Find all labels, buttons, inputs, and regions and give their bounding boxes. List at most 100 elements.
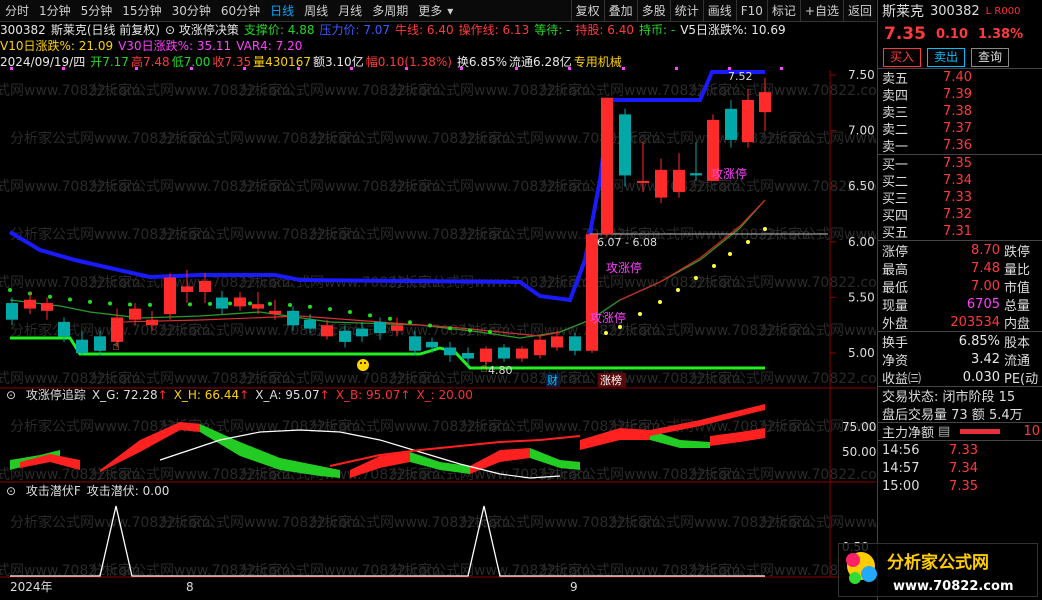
candle bbox=[146, 319, 158, 326]
bar-amplitude: 幅0.10(1.38%) bbox=[365, 55, 452, 69]
finance-tag[interactable]: 财 bbox=[547, 373, 558, 387]
v10-change: V10日涨跌%: 21.09 bbox=[0, 39, 114, 53]
candle bbox=[534, 339, 546, 356]
period-tab[interactable]: 60分钟 bbox=[216, 0, 265, 22]
watermark-text: 分析家公式网www.70822.com bbox=[690, 370, 876, 387]
stock-chart-app: 分析家公式网www.70822.com 分析家公式网www.70822.com 分析… bbox=[0, 0, 1042, 600]
candle bbox=[480, 348, 492, 362]
chevron-down-icon[interactable]: ▾ bbox=[447, 0, 453, 22]
sub1-marker-icon: ⊙ bbox=[6, 388, 20, 402]
candle bbox=[551, 336, 563, 348]
period-tab[interactable]: 日线 bbox=[265, 0, 299, 22]
tick-list: 14:56 7.33 14:57 7.34 15:00 7.35 bbox=[878, 440, 1042, 495]
svg-text:⊙ 攻击潜伏F攻击潜伏: 0.00: ⊙ 攻击潜伏F 攻击潜伏: 0.00 bbox=[6, 484, 169, 498]
stat-value: 7.00 bbox=[971, 278, 1000, 294]
bid-row[interactable]: 买三 7.33 bbox=[878, 189, 1042, 207]
ask-row[interactable]: 卖一 7.36 bbox=[878, 137, 1042, 155]
tick-row: 14:57 7.34 bbox=[878, 459, 1042, 477]
candle bbox=[586, 234, 598, 351]
bid-price: 7.35 bbox=[943, 156, 972, 171]
buy-button[interactable]: 买入 bbox=[883, 47, 922, 67]
tick-row: 15:00 7.35 bbox=[878, 477, 1042, 495]
tick-row: 14:56 7.33 bbox=[878, 441, 1042, 459]
ask-book: 卖五 7.40 卖四 7.39 卖三 7.38 卖二 7.37 卖一 7.36 bbox=[878, 68, 1042, 155]
tick-time: 14:57 bbox=[882, 460, 920, 476]
toolbar-button[interactable]: +自选 bbox=[799, 0, 843, 22]
period-tab[interactable]: 月线 bbox=[333, 0, 367, 22]
candle bbox=[216, 297, 228, 309]
candle bbox=[655, 169, 667, 198]
candle bbox=[374, 321, 386, 334]
stat-label-right: 量比 bbox=[1004, 262, 1031, 278]
sub1-xg: X_G: 72.28 bbox=[92, 388, 158, 402]
v5-change: V5日涨跌%: 10.69 bbox=[680, 23, 786, 37]
bid-price: 7.32 bbox=[943, 207, 972, 222]
price-change-pct: 1.38% bbox=[978, 26, 1024, 42]
ask-row[interactable]: 卖三 7.38 bbox=[878, 103, 1042, 121]
sell-button[interactable]: 卖出 bbox=[927, 47, 966, 67]
period-tab[interactable]: 15分钟 bbox=[117, 0, 166, 22]
hand-icon: ☝ bbox=[112, 339, 120, 354]
period-tab[interactable]: 1分钟 bbox=[34, 0, 76, 22]
limit-up-tag[interactable]: 涨榜 bbox=[600, 373, 622, 387]
toolbar-button[interactable]: 标记 bbox=[766, 0, 800, 22]
watermark-text: 分析家公式网www.70822.com bbox=[690, 466, 876, 483]
period-tab[interactable]: 5分钟 bbox=[76, 0, 118, 22]
period-tab[interactable]: 周线 bbox=[299, 0, 333, 22]
ask-label: 卖一 bbox=[882, 140, 909, 155]
toolbar-button[interactable]: 返回 bbox=[842, 0, 876, 22]
toolbar-button[interactable]: F10 bbox=[735, 0, 767, 22]
indicator-header: 300382 斯莱克(日线 前复权) ⊙ 攻涨停决策 支撑价: 4.88 压力价… bbox=[0, 22, 876, 70]
chart-indicator-name[interactable]: ⊙ 攻涨停决策 bbox=[165, 22, 239, 38]
ask-row[interactable]: 卖四 7.39 bbox=[878, 86, 1042, 104]
toolbar-button[interactable]: 多股 bbox=[636, 0, 670, 22]
main-net-bar bbox=[960, 429, 1001, 434]
sub1-xb: X_B: 95.07 bbox=[336, 388, 401, 402]
toolbar-button[interactable]: 叠加 bbox=[603, 0, 637, 22]
toolbar-button[interactable]: 复权 bbox=[570, 0, 604, 22]
toolbar-button[interactable]: 画线 bbox=[702, 0, 736, 22]
range-label: 6.07 - 6.08 bbox=[597, 236, 657, 249]
candle bbox=[673, 169, 685, 193]
candle bbox=[725, 108, 737, 140]
stat-row: 现量 6705 总量 bbox=[878, 295, 1042, 314]
period-tab[interactable]: 多周期 bbox=[367, 0, 413, 22]
candle bbox=[252, 304, 264, 309]
candle bbox=[24, 299, 36, 309]
stat-label-right: 流通 bbox=[1004, 353, 1031, 369]
zt-label: 攻涨停 bbox=[606, 260, 642, 275]
svg-text:⊙ 攻涨停追踪X_G: 72.28↑X_H: 66.44↑X: ⊙ 攻涨停追踪 X_G: 72.28↑ X_H: 66.44↑ X_A: 95.07↑… bbox=[6, 387, 473, 402]
candle bbox=[426, 341, 438, 348]
price-tick: 7.00 bbox=[848, 124, 875, 138]
ask-row[interactable]: 卖五 7.40 bbox=[878, 69, 1042, 87]
logo-text: 分析家公式网 bbox=[887, 552, 989, 573]
menu-icon[interactable]: ▤ bbox=[938, 424, 950, 439]
low-label: 4.80 bbox=[488, 364, 513, 377]
ask-price: 7.36 bbox=[943, 138, 972, 153]
period-tab[interactable]: 分时 bbox=[0, 0, 34, 22]
panel-stock-name: 斯莱克 bbox=[882, 4, 924, 20]
tick-price: 7.35 bbox=[949, 478, 978, 494]
watermark-text: 分析家公式网www.70822.com bbox=[760, 322, 876, 339]
time-label: 2024年 bbox=[10, 580, 53, 594]
quote-stats-2: 换手 6.85% 股本 净资 3.42 流通 收益㈢ 0.030 PE(动 bbox=[878, 331, 1042, 387]
sub1-tick: 50.00 bbox=[842, 445, 876, 459]
main-net-row[interactable]: 主力净额 ▤ 10 bbox=[878, 422, 1042, 441]
query-button[interactable]: 查询 bbox=[971, 47, 1010, 67]
bid-row[interactable]: 买四 7.32 bbox=[878, 206, 1042, 224]
bid-row[interactable]: 买二 7.34 bbox=[878, 172, 1042, 190]
period-tab[interactable]: 30分钟 bbox=[167, 0, 216, 22]
bid-row[interactable]: 买五 7.31 bbox=[878, 223, 1042, 241]
candle bbox=[619, 114, 631, 176]
candle bbox=[409, 336, 421, 351]
zt-label: 攻涨停 bbox=[590, 310, 626, 325]
price-tick: 6.00 bbox=[848, 235, 875, 249]
period-tab[interactable]: 更多 bbox=[413, 0, 447, 22]
candle bbox=[234, 297, 246, 307]
sub1-xa: X_A: 95.07 bbox=[255, 388, 319, 402]
chart-canvas[interactable]: 分析家公式网www.70822.com 分析家公式网www.70822.com 分析… bbox=[0, 0, 876, 600]
ask-row[interactable]: 卖二 7.37 bbox=[878, 120, 1042, 138]
bid-row[interactable]: 买一 7.35 bbox=[878, 155, 1042, 173]
toolbar-button[interactable]: 统计 bbox=[669, 0, 703, 22]
candle bbox=[601, 97, 613, 235]
